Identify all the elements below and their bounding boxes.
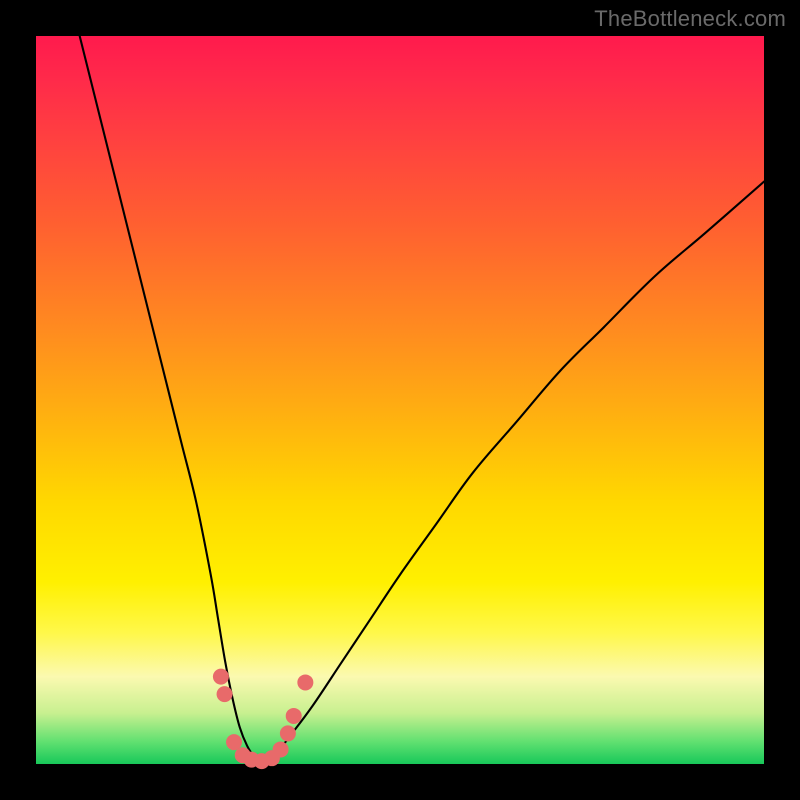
marker-dot	[217, 686, 233, 702]
curve-right-branch	[262, 182, 764, 762]
marker-dot	[297, 674, 313, 690]
plot-area	[36, 36, 764, 764]
marker-dot	[213, 669, 229, 685]
marker-dot	[280, 725, 296, 741]
marker-dot	[286, 708, 302, 724]
watermark-text: TheBottleneck.com	[594, 6, 786, 32]
marker-dots-group	[213, 669, 313, 769]
marker-dot	[273, 741, 289, 757]
marker-dot	[226, 734, 242, 750]
curve-svg	[36, 36, 764, 764]
chart-frame: TheBottleneck.com	[0, 0, 800, 800]
curve-left-branch	[80, 36, 262, 762]
